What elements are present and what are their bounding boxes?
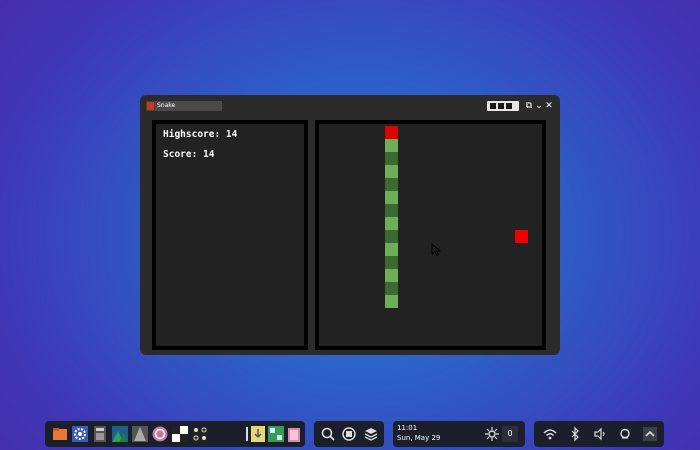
snake-segment [385, 139, 398, 152]
snake-segment [385, 295, 398, 308]
search-icon[interactable] [320, 426, 336, 442]
settings-icon[interactable] [72, 426, 88, 442]
bluetooth-icon[interactable] [567, 426, 583, 442]
snake-segment [385, 230, 398, 243]
restore-button[interactable]: ⧉ [524, 100, 534, 112]
tiles-icon[interactable] [192, 426, 208, 442]
taskbar-divider [246, 427, 248, 441]
taskbar-search [314, 421, 384, 447]
clock-time: 11:01 [397, 424, 418, 432]
snake-window: Snake ⧉ ⌄ ✕ Highscore: 14 Score: 14 [140, 95, 560, 355]
tile-center-icon[interactable] [498, 103, 504, 109]
chess-icon[interactable] [172, 426, 188, 442]
expand-icon[interactable] [642, 426, 658, 442]
snake-segment [385, 256, 398, 269]
tile-right-icon[interactable] [506, 103, 512, 109]
food [515, 230, 528, 243]
taskbar-clock[interactable]: 11:01 Sun, May 29 0 [393, 421, 525, 447]
minimize-button[interactable]: ⌄ [534, 100, 544, 112]
files-icon[interactable] [52, 426, 68, 442]
snake-segment [385, 165, 398, 178]
taskbar-apps [45, 421, 305, 447]
inkscape-icon[interactable] [132, 426, 148, 442]
volume-icon[interactable] [592, 426, 608, 442]
titlebar[interactable]: Snake ⧉ ⌄ ✕ [140, 95, 560, 115]
close-button[interactable]: ✕ [544, 100, 554, 112]
snake-segment [385, 217, 398, 230]
document-viewer-icon[interactable] [250, 426, 266, 442]
notification-icon[interactable] [617, 426, 633, 442]
taskbar-tray [534, 421, 664, 447]
trash-icon[interactable] [286, 426, 302, 442]
clock-date: Sun, May 29 [397, 434, 441, 442]
window-title: Snake [155, 101, 222, 111]
brightness-icon[interactable] [484, 426, 500, 442]
layout-controls[interactable] [487, 101, 519, 111]
spreadsheet-icon[interactable] [268, 426, 284, 442]
snake-segment [385, 269, 398, 282]
snake-head [385, 126, 398, 139]
score-label: Score: 14 [163, 149, 215, 160]
tile-left-icon[interactable] [490, 103, 496, 109]
wifi-icon[interactable] [542, 426, 558, 442]
snake-segment [385, 204, 398, 217]
highscore-label: Highscore: 14 [163, 129, 238, 140]
snake-segment [385, 243, 398, 256]
image-viewer-icon[interactable] [112, 426, 128, 442]
calculator-icon[interactable] [92, 426, 108, 442]
snake-segment [385, 178, 398, 191]
browser-icon[interactable] [152, 426, 168, 442]
screenshot-icon[interactable] [341, 426, 357, 442]
game-board[interactable] [315, 120, 546, 350]
snake-segment [385, 282, 398, 295]
mouse-pointer-icon [431, 243, 442, 257]
layers-icon[interactable] [363, 426, 379, 442]
snake-segment [385, 152, 398, 165]
snake-app-icon [146, 101, 155, 111]
snake-segment [385, 191, 398, 204]
score-panel: Highscore: 14 Score: 14 [152, 120, 308, 350]
notification-count[interactable]: 0 [502, 426, 518, 442]
